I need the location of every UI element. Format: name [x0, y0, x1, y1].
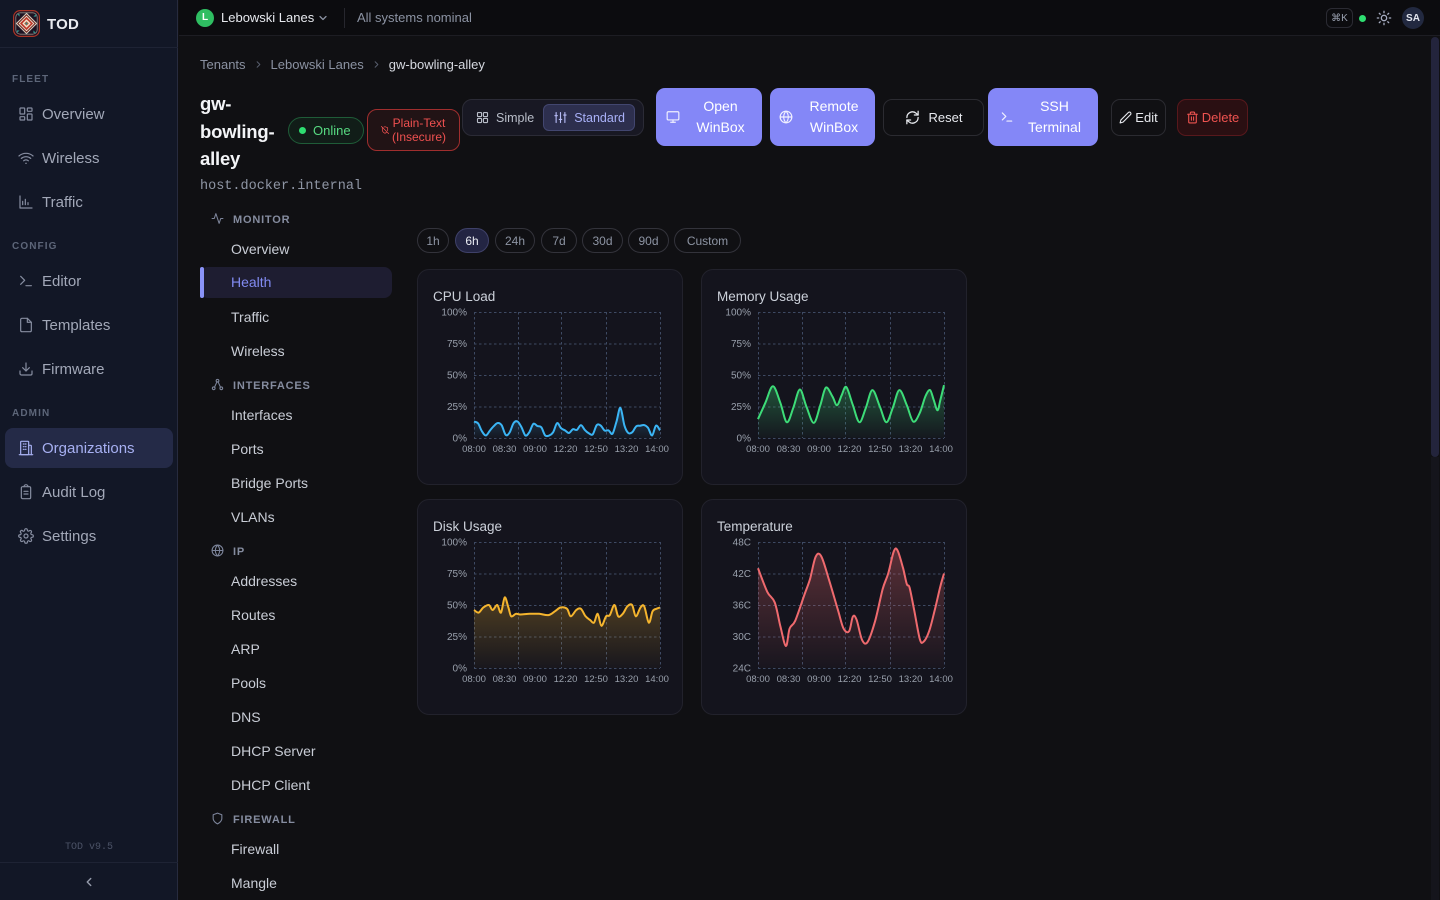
svg-text:36C: 36C [733, 601, 751, 612]
svg-text:09:00: 09:00 [523, 674, 547, 685]
svg-text:14:00: 14:00 [929, 444, 953, 455]
svg-text:14:00: 14:00 [929, 674, 953, 685]
svg-text:48C: 48C [733, 538, 751, 549]
svg-text:0%: 0% [737, 434, 752, 445]
svg-text:12:20: 12:20 [554, 444, 578, 455]
svg-text:13:20: 13:20 [615, 444, 639, 455]
svg-text:08:00: 08:00 [746, 674, 770, 685]
svg-text:42C: 42C [733, 569, 751, 580]
svg-text:75%: 75% [447, 569, 467, 580]
svg-text:08:30: 08:30 [493, 444, 517, 455]
svg-text:08:00: 08:00 [746, 444, 770, 455]
svg-text:12:20: 12:20 [554, 674, 578, 685]
svg-text:12:20: 12:20 [838, 674, 862, 685]
svg-text:0%: 0% [453, 434, 468, 445]
svg-text:08:30: 08:30 [777, 674, 801, 685]
svg-text:08:30: 08:30 [493, 674, 517, 685]
svg-text:12:20: 12:20 [838, 444, 862, 455]
svg-text:12:50: 12:50 [584, 444, 608, 455]
svg-text:75%: 75% [447, 339, 467, 350]
svg-text:25%: 25% [447, 632, 467, 643]
svg-text:09:00: 09:00 [807, 444, 831, 455]
svg-text:100%: 100% [725, 308, 751, 319]
svg-text:13:20: 13:20 [899, 674, 923, 685]
svg-text:24C: 24C [733, 664, 751, 675]
svg-text:75%: 75% [731, 339, 751, 350]
svg-text:100%: 100% [441, 308, 467, 319]
svg-text:30C: 30C [733, 632, 751, 643]
svg-text:12:50: 12:50 [868, 444, 892, 455]
svg-text:08:00: 08:00 [462, 674, 486, 685]
svg-text:12:50: 12:50 [584, 674, 608, 685]
svg-text:14:00: 14:00 [645, 444, 669, 455]
svg-text:14:00: 14:00 [645, 674, 669, 685]
svg-text:09:00: 09:00 [523, 444, 547, 455]
svg-text:08:00: 08:00 [462, 444, 486, 455]
svg-text:0%: 0% [453, 664, 468, 675]
svg-text:09:00: 09:00 [807, 674, 831, 685]
svg-text:25%: 25% [731, 402, 751, 413]
svg-text:25%: 25% [447, 402, 467, 413]
svg-text:12:50: 12:50 [868, 674, 892, 685]
svg-text:13:20: 13:20 [615, 674, 639, 685]
svg-text:50%: 50% [447, 371, 467, 382]
svg-text:100%: 100% [441, 538, 467, 549]
svg-text:08:30: 08:30 [777, 444, 801, 455]
svg-text:13:20: 13:20 [899, 444, 923, 455]
svg-text:50%: 50% [447, 601, 467, 612]
svg-text:50%: 50% [731, 371, 751, 382]
